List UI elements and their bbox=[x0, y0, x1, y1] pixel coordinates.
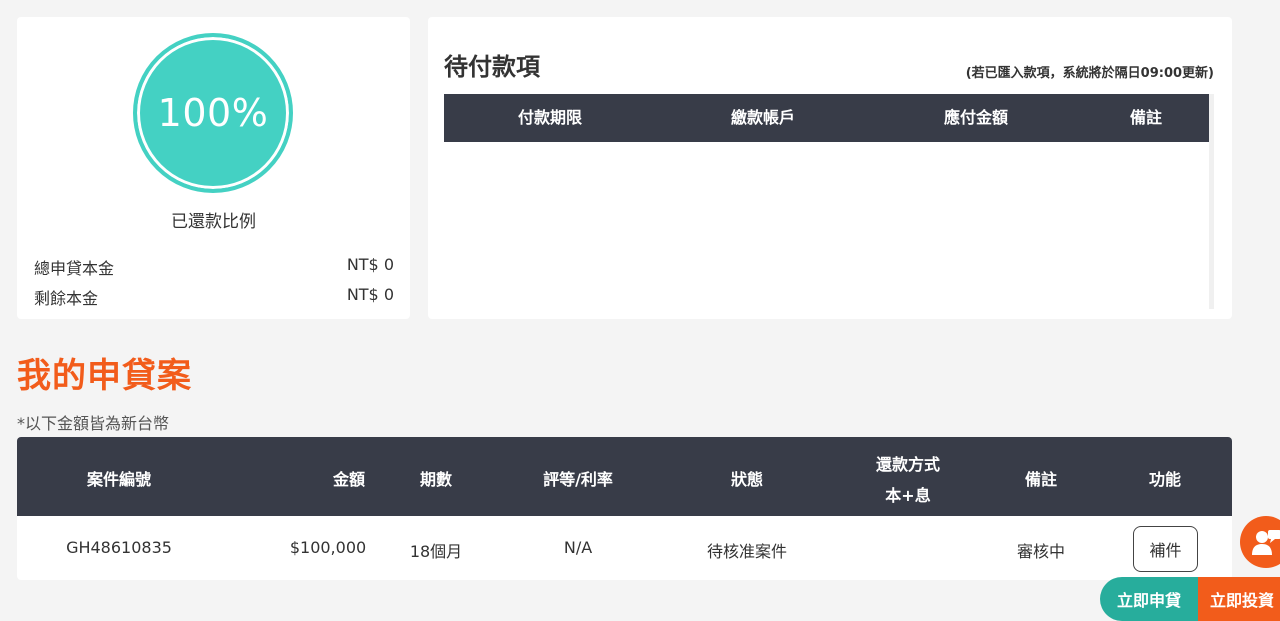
row-case-number: GH48610835 bbox=[66, 538, 172, 557]
loan-section-title: 我的申貸案 bbox=[17, 356, 192, 396]
apply-loan-button[interactable]: 立即申貸 bbox=[1100, 577, 1198, 621]
loan-currency-note: *以下金額皆為新台幣 bbox=[17, 414, 170, 433]
person-chat-icon bbox=[1252, 530, 1280, 555]
remaining-principal-row: 剩餘本金 NT$ 0 bbox=[34, 285, 394, 309]
customer-service-icon[interactable] bbox=[1240, 516, 1280, 568]
total-principal-value: NT$ 0 bbox=[346, 255, 394, 274]
row-status: 待核准案件 bbox=[706, 542, 788, 561]
pending-payments-note: (若已匯入款項，系統將於隔日09:00更新) bbox=[966, 62, 1214, 81]
pending-payments-title: 待付款項 bbox=[444, 53, 540, 81]
row-periods: 18個月 bbox=[409, 542, 463, 561]
loan-table-header: 案件編號 金額 期數 評等/利率 狀態 還款方式 本+息 備註 功能 bbox=[17, 437, 1232, 516]
repayment-ratio-label: 已還款比例 bbox=[171, 212, 256, 232]
col-remark: 備註 bbox=[1024, 470, 1058, 489]
col-case-number: 案件編號 bbox=[86, 470, 152, 489]
total-principal-label: 總申貸本金 bbox=[34, 259, 115, 278]
col-repayment-method: 還款方式 bbox=[875, 455, 941, 474]
col-amount-due: 應付金額 bbox=[943, 108, 1009, 127]
pending-table-header: 付款期限 繳款帳戶 應付金額 備註 bbox=[444, 94, 1209, 142]
col-repayment-method-sub: 本+息 bbox=[885, 486, 931, 505]
note-prefix: (若已匯入款項，系統將於隔日 bbox=[965, 66, 1141, 81]
col-payment-account: 繳款帳戶 bbox=[730, 108, 796, 127]
row-amount: $100,000 bbox=[289, 538, 367, 557]
col-rating-rate: 評等/利率 bbox=[543, 470, 613, 489]
repayment-progress-ring: 100% bbox=[133, 33, 293, 193]
col-status: 狀態 bbox=[730, 470, 764, 489]
col-action: 功能 bbox=[1148, 470, 1182, 489]
remaining-principal-value: NT$ 0 bbox=[346, 285, 394, 304]
repayment-ratio-card: 100% 已還款比例 總申貸本金 NT$ 0 剩餘本金 NT$ 0 bbox=[17, 17, 410, 319]
pending-payments-card: 待付款項 (若已匯入款項，系統將於隔日09:00更新) 付款期限 繳款帳戶 應付… bbox=[428, 17, 1232, 319]
col-amount: 金額 bbox=[332, 470, 366, 489]
total-principal-row: 總申貸本金 NT$ 0 bbox=[34, 255, 394, 279]
col-payment-deadline: 付款期限 bbox=[517, 108, 583, 127]
supplement-documents-button[interactable]: 補件 bbox=[1133, 526, 1198, 572]
col-remark: 備註 bbox=[1129, 108, 1163, 127]
note-suffix: 更新) bbox=[1182, 66, 1214, 81]
col-periods: 期數 bbox=[419, 470, 453, 489]
pending-table-scrollbar[interactable] bbox=[1209, 94, 1214, 309]
note-time: 09:00 bbox=[1140, 66, 1183, 81]
row-rating: N/A bbox=[563, 538, 593, 557]
loan-table: 案件編號 金額 期數 評等/利率 狀態 還款方式 本+息 備註 功能 GH486… bbox=[17, 437, 1232, 580]
row-remark: 審核中 bbox=[1016, 542, 1066, 561]
remaining-principal-label: 剩餘本金 bbox=[34, 289, 99, 308]
repayment-percent: 100% bbox=[157, 91, 269, 135]
invest-now-button[interactable]: 立即投資 bbox=[1198, 577, 1280, 621]
